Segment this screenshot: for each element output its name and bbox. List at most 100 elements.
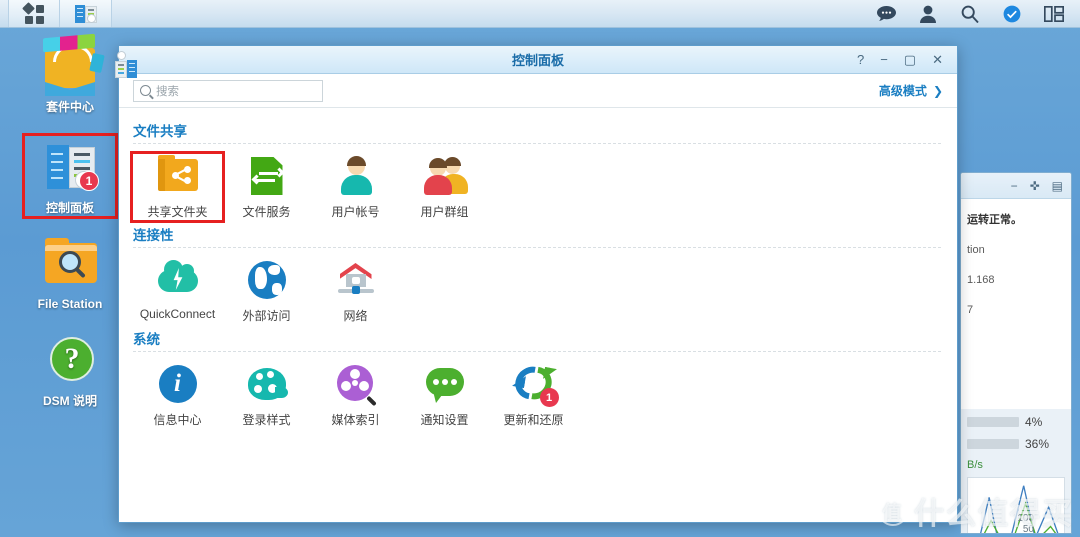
- network-graph: [967, 477, 1065, 533]
- cp-item-external-access[interactable]: 外部访问: [222, 258, 311, 324]
- cp-item-login-style[interactable]: 登录样式: [222, 362, 311, 428]
- section-items-file-sharing: 共享文件夹 文件服务 用户帐号 用户群组: [119, 144, 957, 224]
- cp-item-file-services[interactable]: 文件服务: [222, 154, 311, 220]
- app-grid-icon: [22, 1, 44, 24]
- speech-bubble-icon: [422, 362, 468, 406]
- advanced-mode-label: 高级模式: [878, 84, 927, 98]
- cp-item-label: 外部访问: [242, 309, 291, 323]
- file-station-icon: [39, 235, 101, 293]
- control-panel-icon: [74, 4, 97, 23]
- cp-item-shared-folder[interactable]: 共享文件夹: [130, 151, 225, 223]
- cp-item-update-restore[interactable]: 1 更新和还原: [489, 360, 578, 428]
- cp-item-network[interactable]: 网络: [311, 258, 400, 324]
- cpu-value: 4%: [1025, 415, 1043, 429]
- cp-item-info-center[interactable]: i 信息中心: [133, 362, 222, 428]
- close-button[interactable]: ✕: [932, 53, 943, 66]
- user-group-icon: [422, 154, 468, 198]
- widget-line-3: 7: [967, 304, 974, 316]
- widgets-icon[interactable]: [1044, 4, 1064, 24]
- widget-resources: 4% 36% B/s: [961, 409, 1071, 533]
- chat-icon[interactable]: [876, 4, 896, 24]
- advanced-mode-link[interactable]: 高级模式 ❯: [879, 82, 943, 99]
- widget-minimize-icon[interactable]: −: [1011, 179, 1018, 193]
- desktop-icon-dsm-help[interactable]: ? DSM 说明: [22, 332, 118, 408]
- info-icon: i: [155, 362, 201, 406]
- network-speed: B/s: [967, 459, 983, 471]
- widget-line-1: tion: [967, 244, 985, 256]
- resource-monitor-widget[interactable]: − ✜ ▤ 运转正常。 tion 1.168 7 4% 36% B/s: [960, 172, 1072, 534]
- axis-label-50: 50: [1022, 524, 1034, 535]
- search-input[interactable]: 搜索: [133, 79, 323, 102]
- notifications-icon[interactable]: [1002, 4, 1022, 24]
- update-badge: 1: [539, 388, 559, 407]
- search-icon: [140, 85, 151, 96]
- cp-item-label: 用户帐号: [331, 205, 380, 219]
- cp-item-label: 文件服务: [242, 205, 291, 219]
- widget-status-body: 运转正常。 tion 1.168 7: [961, 199, 1071, 409]
- cp-item-notification-settings[interactable]: 通知设置: [400, 362, 489, 428]
- globe-icon: [244, 258, 290, 302]
- cp-item-label: QuickConnect: [139, 307, 216, 321]
- section-title-system: 系统: [133, 332, 160, 347]
- cp-item-label: 用户群组: [420, 205, 469, 219]
- section-items-system: i 信息中心 登录样式 媒体索引 通知设置 1 更新和还原: [119, 352, 957, 432]
- cp-item-user-account[interactable]: 用户帐号: [311, 154, 400, 220]
- cpu-bar: [967, 417, 1019, 427]
- desktop-icon-package-center[interactable]: 套件中心: [22, 33, 118, 114]
- network-icon: [333, 258, 379, 302]
- desktop-icon-file-station[interactable]: File Station: [22, 235, 118, 311]
- cp-item-label: 登录样式: [242, 413, 291, 427]
- quickconnect-icon: [155, 258, 201, 302]
- resource-row-cpu: 4%: [967, 415, 1065, 429]
- cp-item-label: 共享文件夹: [147, 205, 208, 219]
- user-account-icon: [333, 154, 379, 198]
- cp-item-label: 网络: [343, 309, 368, 323]
- control-panel-window[interactable]: 控制面板 ? − ▢ ✕ 搜索 高级模式 ❯ 文件共享 共享文件夹 文件服务 用…: [115, 45, 958, 523]
- user-icon[interactable]: [918, 4, 938, 24]
- dsm-help-icon: ?: [39, 332, 101, 390]
- search-placeholder: 搜索: [156, 85, 179, 98]
- help-button[interactable]: ?: [857, 53, 864, 66]
- cp-item-label: 通知设置: [420, 413, 469, 427]
- network-graph-svg: [980, 485, 1059, 533]
- palette-icon: [244, 362, 290, 406]
- file-services-icon: [244, 154, 290, 198]
- search-icon[interactable]: [960, 4, 980, 24]
- window-subbar: 搜索 高级模式 ❯: [119, 74, 957, 108]
- film-reel-icon: [333, 362, 379, 407]
- widget-pin-icon[interactable]: ✜: [1030, 179, 1040, 193]
- axis-label-100: 100: [1017, 513, 1034, 524]
- cp-item-label: 更新和还原: [503, 413, 564, 427]
- shared-folder-icon: [155, 154, 201, 198]
- taskbar[interactable]: [0, 0, 1080, 28]
- memory-bar: [967, 439, 1019, 449]
- section-items-connectivity: QuickConnect 外部访问 网络: [119, 248, 957, 328]
- cp-item-label: 媒体索引: [331, 413, 380, 427]
- cp-item-user-group[interactable]: 用户群组: [400, 154, 489, 220]
- desktop-icon-label: File Station: [37, 297, 103, 311]
- package-center-icon: [39, 33, 105, 96]
- section-title-connectivity: 连接性: [133, 228, 174, 243]
- taskbar-main-menu-button[interactable]: [8, 0, 60, 27]
- widget-layout-icon[interactable]: ▤: [1052, 179, 1063, 193]
- resource-row-memory: 36%: [967, 437, 1065, 451]
- memory-value: 36%: [1025, 437, 1050, 451]
- widget-line-2: 1.168: [967, 274, 995, 286]
- control-panel-selection-box: [22, 133, 118, 219]
- cp-item-quickconnect[interactable]: QuickConnect: [133, 258, 222, 324]
- minimize-button[interactable]: −: [880, 53, 888, 66]
- cp-item-label: 信息中心: [153, 413, 202, 427]
- widget-titlebar: − ✜ ▤: [961, 173, 1071, 199]
- refresh-icon: 1: [508, 360, 559, 407]
- control-panel-content: 文件共享 共享文件夹 文件服务 用户帐号 用户群组 连接性 QuickConne…: [119, 108, 957, 522]
- widget-status-text: 运转正常。: [967, 214, 1022, 226]
- graph-axis-labels: 100 50: [1017, 513, 1034, 535]
- maximize-button[interactable]: ▢: [904, 53, 916, 66]
- chevron-right-icon: ❯: [932, 83, 943, 98]
- desktop-icon-label: 套件中心: [45, 100, 94, 114]
- section-title-file-sharing: 文件共享: [133, 124, 187, 139]
- window-title: 控制面板: [511, 53, 564, 68]
- cp-item-media-indexing[interactable]: 媒体索引: [311, 362, 400, 428]
- window-titlebar[interactable]: 控制面板 ? − ▢ ✕: [115, 46, 957, 78]
- taskbar-task-control-panel[interactable]: [60, 0, 112, 27]
